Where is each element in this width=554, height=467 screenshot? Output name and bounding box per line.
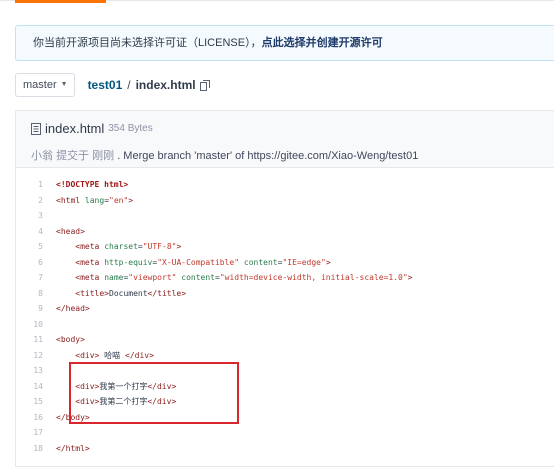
line-number: 2: [38, 195, 43, 205]
commit-message[interactable]: . Merge branch 'master' of https://gitee…: [117, 150, 418, 162]
code-text: </html>: [56, 443, 90, 453]
code-text: <div>我第二个打字</div>: [75, 397, 177, 407]
commit-action: 提交于: [56, 150, 90, 162]
create-license-link[interactable]: 点此选择并创建开源许可: [262, 37, 383, 49]
line-number: 8: [38, 288, 43, 298]
code-line: 3: [16, 208, 413, 224]
caret-down-icon: ▼: [60, 81, 68, 88]
line-number: 17: [33, 428, 43, 438]
line-number: 16: [33, 412, 43, 422]
code-line: 10: [16, 317, 413, 333]
line-number: 4: [38, 226, 43, 236]
line-number: 6: [38, 257, 43, 267]
license-notice: 你当前开源项目尚未选择许可证（LICENSE），点此选择并创建开源许可: [15, 25, 554, 61]
document-icon: [31, 122, 41, 135]
code-line: 16 </body>: [16, 410, 413, 426]
file-name: index.html: [45, 121, 105, 136]
line-number: 12: [33, 350, 43, 360]
code-text: <meta charset="UTF-8">: [75, 242, 182, 252]
branch-row: master ▼ test01 / index.html: [15, 72, 210, 98]
code-text: <head>: [56, 226, 85, 236]
code-text: <meta name="viewport" content="width=dev…: [75, 273, 413, 283]
code-line: 1 <!DOCTYPE html>: [16, 177, 413, 193]
code-line: 5 <meta charset="UTF-8">: [16, 239, 413, 255]
file-size: 354 Bytes: [108, 123, 153, 134]
branch-select[interactable]: master ▼: [15, 73, 75, 97]
breadcrumb-file: index.html: [135, 78, 196, 92]
line-number: 9: [38, 304, 43, 314]
code-text: <div>我第一个打字</div>: [75, 381, 177, 391]
code-line: 8 <title>Document</title>: [16, 286, 413, 302]
line-number: 1: [38, 180, 43, 190]
copy-icon[interactable]: [199, 79, 210, 91]
code-line: 7 <meta name="viewport" content="width=d…: [16, 270, 413, 286]
code-text: <!DOCTYPE html>: [56, 180, 129, 190]
commit-time: 刚刚: [92, 150, 115, 162]
line-number: 13: [33, 366, 43, 376]
line-number: 15: [33, 397, 43, 407]
code-line: 9 </head>: [16, 301, 413, 317]
line-number: 18: [33, 443, 43, 453]
code-line: 2 <html lang="en">: [16, 193, 413, 209]
code-line: 14 <div>我第一个打字</div>: [16, 379, 413, 395]
line-number: 3: [38, 211, 43, 221]
line-number: 10: [33, 319, 43, 329]
line-number: 5: [38, 242, 43, 252]
code-text: <title>Document</title>: [75, 288, 187, 298]
license-notice-text: 你当前开源项目尚未选择许可证（LICENSE），: [33, 37, 262, 49]
breadcrumb: test01 / index.html: [88, 78, 210, 92]
code-text: <meta http-equiv="X-UA-Compatible" conte…: [75, 257, 331, 267]
file-header: index.html 354 Bytes 小翁 提交于 刚刚 . Merge b…: [15, 110, 554, 167]
code-line: 18 </html>: [16, 441, 413, 457]
line-number: 14: [33, 381, 43, 391]
code-text: </head>: [56, 304, 90, 314]
code-line: 13: [16, 363, 413, 379]
code-line: 12 <div> 哈喵 </div>: [16, 348, 413, 364]
breadcrumb-repo[interactable]: test01: [88, 78, 123, 92]
file-title: index.html 354 Bytes: [31, 121, 153, 136]
code-text: <html lang="en">: [56, 195, 134, 205]
code-line: 17: [16, 425, 413, 441]
code-lines: 1 <!DOCTYPE html> 2 <html lang="en"> 3 4 <head…: [16, 177, 413, 457]
code-line: 6 <meta http-equiv="X-UA-Compatible" con…: [16, 255, 413, 271]
code-text: </body>: [56, 412, 90, 422]
commit-author[interactable]: 小翁: [31, 150, 53, 162]
breadcrumb-separator: /: [127, 78, 131, 92]
code-line: 11 <body>: [16, 332, 413, 348]
line-number: 7: [38, 273, 43, 283]
code-viewer: 1 <!DOCTYPE html> 2 <html lang="en"> 3 4 <head…: [15, 167, 554, 467]
line-number: 11: [33, 335, 43, 345]
code-line: 15 <div>我第二个打字</div>: [16, 394, 413, 410]
code-line: 4 <head>: [16, 224, 413, 240]
code-text: <body>: [56, 335, 85, 345]
commit-info: 小翁 提交于 刚刚 . Merge branch 'master' of htt…: [31, 147, 418, 163]
branch-label: master: [23, 79, 57, 91]
active-tab-indicator: [15, 0, 106, 3]
code-text: <div> 哈喵 </div>: [75, 350, 154, 360]
